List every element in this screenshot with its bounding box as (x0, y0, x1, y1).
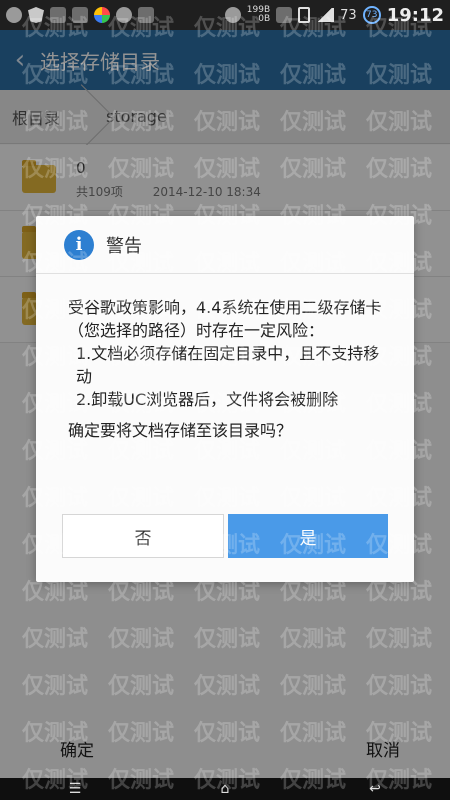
info-icon: i (64, 229, 94, 260)
warning-dialog: i 警告 受谷歌政策影响，4.4系统在使用二级存储卡（您选择的路径）时存在一定风… (36, 216, 414, 582)
clock: 19:12 (386, 4, 444, 26)
dialog-question: 确定要将文档存储至该目录吗？ (68, 421, 293, 440)
speed-down: 0B (258, 14, 271, 24)
signal-icon (316, 8, 335, 22)
battery-percent: 73 (340, 7, 357, 23)
dialog-line: 1.文档必须存储在固定目录中，且不支持移动 (76, 344, 380, 386)
dialog-line: 2.卸载UC浏览器后，文件将会被删除 (76, 390, 339, 409)
dialog-buttons: 否 是 (62, 514, 388, 558)
dialog-title: 警告 (106, 235, 142, 257)
system-nav-bar: ☰ ⌂ ↩ (0, 778, 450, 800)
app-settings-icon (116, 7, 132, 23)
dialog-header: i 警告 (36, 216, 414, 274)
sim-icon (298, 7, 311, 23)
yes-button[interactable]: 是 (228, 514, 388, 558)
circle-icon (6, 7, 22, 23)
menu-icon[interactable]: ☰ (55, 781, 95, 797)
chat-icon (138, 7, 154, 23)
no-button[interactable]: 否 (62, 514, 224, 558)
notification-icons (6, 7, 154, 23)
dialog-line: 受谷歌政策影响，4.4系统在使用二级存储卡（您选择的路径）时存在一定风险： (68, 298, 382, 340)
shield-icon (28, 7, 44, 23)
image-icon (72, 7, 88, 23)
dialog-message: 受谷歌政策影响，4.4系统在使用二级存储卡（您选择的路径）时存在一定风险： 1.… (36, 274, 414, 442)
battery-badge-icon: 73 (362, 6, 381, 24)
alarm-icon (224, 7, 241, 23)
wifi-icon (276, 7, 293, 23)
back-icon[interactable]: ↩ (355, 781, 395, 797)
status-right: 199B 0B 73 73 19:12 (224, 4, 444, 26)
network-speed: 199B 0B (247, 6, 270, 24)
app-color-icon (94, 7, 110, 23)
mail-icon (50, 7, 66, 23)
home-icon[interactable]: ⌂ (205, 781, 245, 797)
status-bar: 199B 0B 73 73 19:12 (0, 0, 450, 30)
